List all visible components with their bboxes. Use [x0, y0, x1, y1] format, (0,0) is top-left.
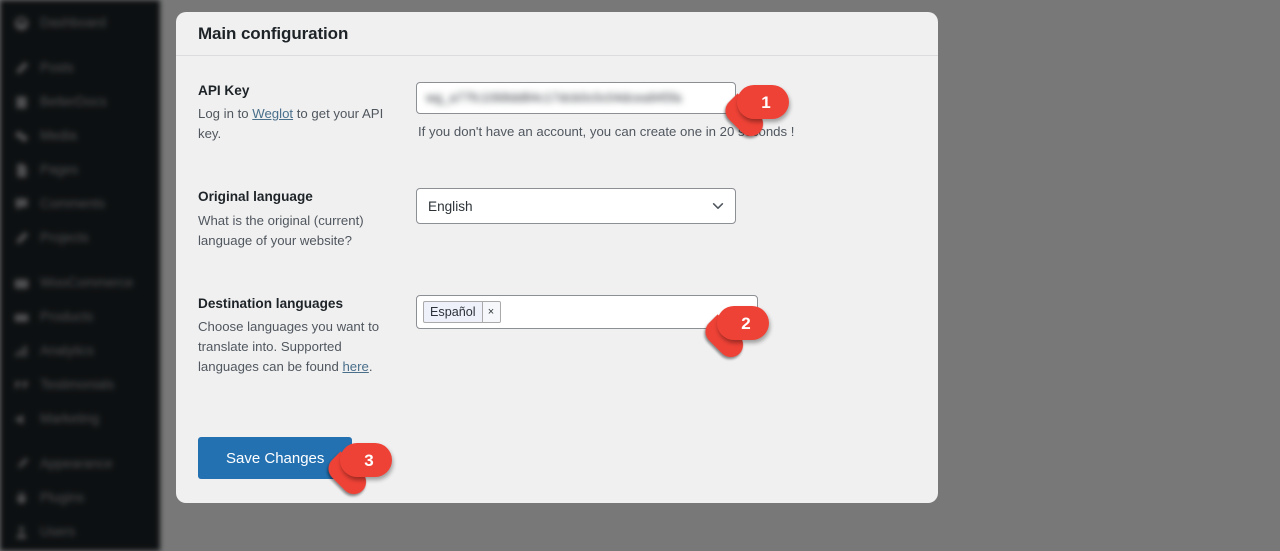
- language-chip-espanol[interactable]: Español ×: [423, 300, 501, 323]
- original-language-select[interactable]: English: [416, 188, 736, 225]
- destination-languages-description: Choose languages you want to translate i…: [198, 317, 400, 377]
- step-marker-3: 3: [323, 443, 392, 500]
- close-icon[interactable]: ×: [481, 301, 500, 322]
- step-marker-2: 2: [700, 306, 769, 363]
- main-configuration-card: Main configuration API Key Log in to Weg…: [176, 12, 938, 503]
- page-title: Main configuration: [198, 23, 349, 43]
- destination-languages-label: Destination languages: [198, 295, 344, 311]
- marker-number: 3: [364, 450, 374, 470]
- api-key-input-col: wg_a77fc1068dd84c17dcb0c0c04dcea945fa If…: [416, 82, 916, 139]
- original-language-row: Original language What is the original (…: [198, 188, 916, 250]
- api-key-description: Log in to Weglot to get your API key.: [198, 104, 400, 144]
- supported-languages-link[interactable]: here: [342, 359, 368, 374]
- weglot-link[interactable]: Weglot: [252, 106, 293, 121]
- api-key-desc-before: Log in to: [198, 106, 253, 122]
- marker-body: 3: [340, 443, 392, 477]
- destination-languages-input-col: Español ×: [416, 294, 916, 329]
- api-key-note: If you don't have an account, you can cr…: [418, 124, 795, 139]
- original-language-description: What is the original (current) language …: [198, 212, 364, 248]
- save-row: Save Changes: [198, 437, 916, 503]
- destination-languages-row: Destination languages Choose languages y…: [198, 294, 916, 378]
- api-key-value: wg_a77fc1068dd84c17dcb0c0c04dcea945fa: [426, 91, 682, 105]
- marker-body: 2: [717, 306, 769, 340]
- marker-number: 1: [761, 92, 771, 112]
- api-key-input[interactable]: wg_a77fc1068dd84c17dcb0c0c04dcea945fa: [416, 82, 736, 114]
- original-language-select-wrap: English: [416, 188, 736, 225]
- marker-number: 2: [741, 313, 751, 333]
- card-header: Main configuration: [176, 12, 938, 56]
- card-body: API Key Log in to Weglot to get your API…: [176, 56, 938, 503]
- dest-desc-after: .: [368, 359, 373, 375]
- api-key-label: API Key: [198, 83, 250, 98]
- original-language-input-col: English: [416, 188, 916, 225]
- marker-body: 1: [737, 85, 789, 119]
- original-language-label-col: Original language What is the original (…: [198, 188, 416, 250]
- api-key-row: API Key Log in to Weglot to get your API…: [198, 82, 916, 144]
- original-language-label: Original language: [198, 189, 313, 205]
- api-key-label-col: API Key Log in to Weglot to get your API…: [198, 82, 416, 144]
- destination-languages-label-col: Destination languages Choose languages y…: [198, 295, 416, 378]
- language-chip-label: Español: [430, 304, 476, 319]
- step-marker-1: 1: [720, 85, 789, 142]
